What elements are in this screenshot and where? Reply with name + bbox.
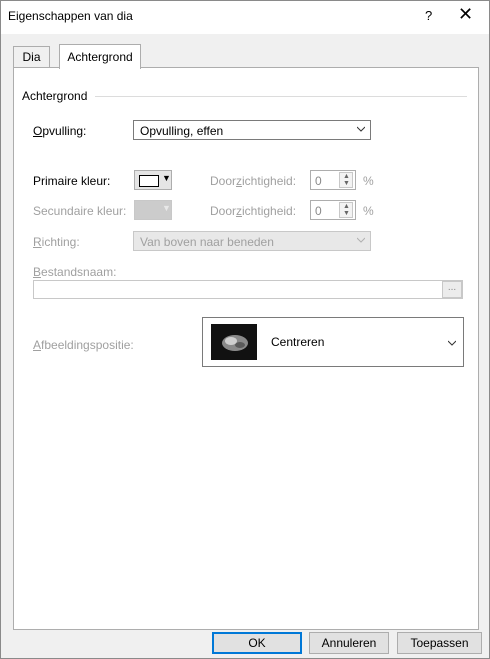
fill-value: Opvulling, effen bbox=[140, 124, 224, 138]
image-position-select[interactable]: Centreren bbox=[202, 317, 464, 367]
filename-label: Bestandsnaam: bbox=[33, 265, 117, 279]
secondary-color-label: Secundaire kleur: bbox=[33, 204, 127, 218]
spin-up-icon[interactable]: ▲ bbox=[343, 173, 350, 180]
spinner-value: 0 bbox=[315, 174, 322, 188]
centered-image-icon bbox=[211, 324, 257, 360]
chevron-down-icon bbox=[448, 340, 456, 346]
fill-select[interactable]: Opvulling, effen bbox=[133, 120, 371, 140]
percent-label: % bbox=[363, 174, 374, 188]
chevron-down-icon bbox=[357, 237, 365, 243]
tab-dia[interactable]: Dia bbox=[13, 46, 50, 68]
secondary-transparency-spinner[interactable]: 0 ▲ ▼ bbox=[310, 200, 356, 220]
primary-color-button[interactable]: ▼ bbox=[134, 170, 172, 190]
primary-color-label: Primaire kleur: bbox=[33, 174, 111, 188]
dropdown-arrow-icon: ▼ bbox=[162, 203, 171, 213]
direction-label: Richting: bbox=[33, 235, 80, 249]
tab-achtergrond[interactable]: Achtergrond bbox=[59, 44, 141, 69]
primary-transparency-spinner[interactable]: 0 ▲ ▼ bbox=[310, 170, 356, 190]
secondary-transparency-label: Doorzichtigheid: bbox=[210, 204, 297, 218]
cancel-button[interactable]: Annuleren bbox=[309, 632, 389, 654]
spinner-value: 0 bbox=[315, 204, 322, 218]
image-position-value: Centreren bbox=[271, 335, 325, 349]
primary-transparency-label: Doorzichtigheid: bbox=[210, 174, 297, 188]
spin-down-icon[interactable]: ▼ bbox=[343, 210, 350, 217]
percent-label: % bbox=[363, 204, 374, 218]
close-button[interactable]: ✕ bbox=[458, 4, 473, 25]
ok-button[interactable]: OK bbox=[212, 632, 302, 654]
image-position-label: Afbeeldingspositie: bbox=[33, 338, 134, 352]
browse-button[interactable]: ... bbox=[442, 281, 462, 298]
spin-up-icon[interactable]: ▲ bbox=[343, 203, 350, 210]
filename-input[interactable]: ... bbox=[33, 280, 463, 299]
secondary-color-button[interactable]: ▼ bbox=[134, 200, 172, 220]
position-thumbnail bbox=[211, 324, 257, 360]
dropdown-arrow-icon: ▼ bbox=[162, 173, 171, 183]
direction-select[interactable]: Van boven naar beneden bbox=[133, 231, 371, 251]
dialog-title: Eigenschappen van dia bbox=[8, 9, 133, 23]
help-button[interactable]: ? bbox=[425, 8, 432, 23]
spinner-buttons[interactable]: ▲ ▼ bbox=[339, 202, 353, 218]
spinner-buttons[interactable]: ▲ ▼ bbox=[339, 172, 353, 188]
direction-value: Van boven naar beneden bbox=[140, 235, 274, 249]
spin-down-icon[interactable]: ▼ bbox=[343, 180, 350, 187]
color-swatch bbox=[139, 175, 159, 187]
apply-button[interactable]: Toepassen bbox=[397, 632, 482, 654]
fill-label: Opvulling: bbox=[33, 124, 87, 138]
chevron-down-icon bbox=[357, 126, 365, 132]
group-title: Achtergrond bbox=[22, 89, 88, 103]
group-divider bbox=[95, 96, 467, 97]
